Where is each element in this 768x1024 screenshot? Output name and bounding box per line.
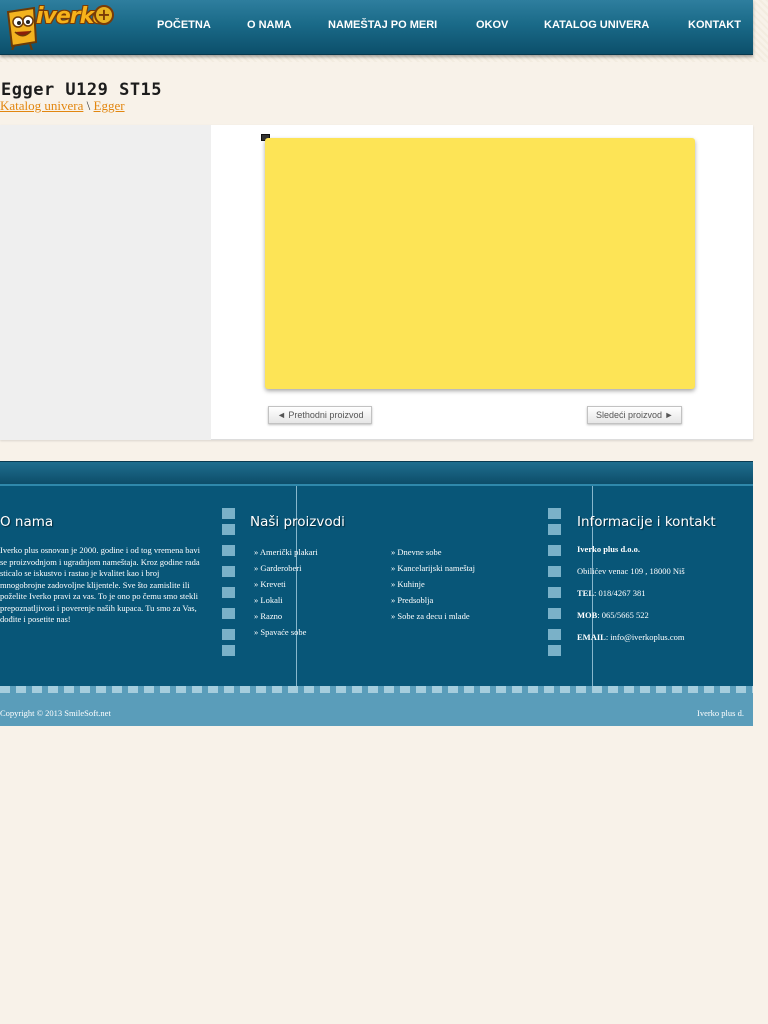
mascot-logo-icon [6, 6, 38, 50]
nav-item-okov[interactable]: OKOV [476, 19, 508, 35]
footer-company-name: Iverko plus d.o.o. [577, 544, 640, 554]
footer-link-razno[interactable]: » Razno [254, 611, 282, 621]
decor-square [222, 608, 235, 619]
decor-square [548, 587, 561, 598]
email-label: EMAIL [577, 632, 606, 642]
footer-about-text: Iverko plus osnovan je 2000. godine i od… [0, 545, 200, 624]
decor-square [548, 645, 561, 656]
copyright-bar [0, 693, 753, 726]
footer-contact-heading: Informacije i kontakt [577, 514, 716, 530]
decor-square [548, 629, 561, 640]
decor-square [222, 524, 235, 535]
footer-link-spavace-sobe[interactable]: » Spavaće sobe [254, 627, 306, 637]
product-color-swatch[interactable] [265, 138, 695, 389]
decor-square [222, 566, 235, 577]
decor-square [222, 629, 235, 640]
tel-value: : 018/4267 381 [594, 588, 646, 598]
email-value[interactable]: : info@iverkoplus.com [606, 632, 685, 642]
footer-dash-strip [0, 686, 753, 693]
page-title: Egger U129 ST15 [1, 80, 163, 100]
site-logo[interactable]: iverko + [2, 0, 114, 55]
decor-square [222, 587, 235, 598]
top-navbar: iverko + POČETNA O NAMA NAMEŠTAJ PO MERI… [0, 0, 753, 55]
footer-link-kreveti[interactable]: » Kreveti [254, 579, 286, 589]
footer-link-americki-plakari[interactable]: » Američki plakari [254, 547, 318, 557]
footer-link-kuhinje[interactable]: » Kuhinje [391, 579, 425, 589]
decor-square [548, 545, 561, 556]
decor-square [548, 566, 561, 577]
product-panel: ◄ Prethodni proizvod Sledeći proizvod ► [0, 125, 753, 440]
footer-link-predsoblja[interactable]: » Predsoblja [391, 595, 433, 605]
previous-product-button[interactable]: ◄ Prethodni proizvod [268, 406, 373, 424]
company-name: Iverko plus d.o.o. [577, 544, 641, 554]
mob-label: MOB [577, 610, 598, 620]
nav-item-kontakt[interactable]: KONTAKT [688, 19, 741, 35]
footer-email: EMAIL: info@iverkoplus.com [577, 632, 684, 642]
next-product-button[interactable]: Sledeći proizvod ► [587, 406, 683, 424]
footer-top-bar [0, 461, 753, 486]
copyright-right-text: Iverko plus d. [697, 708, 744, 718]
footer-link-sobe-za-decu[interactable]: » Sobe za decu i mlade [391, 611, 470, 621]
footer-about-heading: O nama [0, 514, 54, 530]
breadcrumb-separator: \ [86, 98, 91, 113]
nav-item-katalog-univera[interactable]: KATALOG UNIVERA [544, 19, 649, 35]
tel-label: TEL [577, 588, 595, 598]
decor-square [548, 524, 561, 535]
decor-square [548, 608, 561, 619]
logo-plus-icon: + [94, 5, 114, 25]
footer-link-kancelarijski-namestaj[interactable]: » Kancelarijski nameštaj [391, 563, 475, 573]
decor-square [222, 545, 235, 556]
nav-item-namestaj-po-meri[interactable]: NAMEŠTAJ PO MERI [328, 19, 437, 35]
footer-products-heading: Naši proizvodi [250, 514, 345, 530]
decor-square [222, 645, 235, 656]
footer-address: Obilićev venac 109 , 18000 Niš [577, 566, 685, 576]
copyright-text: Copyright © 2013 SmileSoft.net [0, 708, 111, 718]
footer-link-dnevne-sobe[interactable]: » Dnevne sobe [391, 547, 442, 557]
decor-square [222, 508, 235, 519]
mob-value: : 065/5665 522 [597, 610, 649, 620]
decor-square [548, 508, 561, 519]
breadcrumb: Katalog univera \ Egger [0, 98, 125, 114]
nav-item-pocetna[interactable]: POČETNA [157, 19, 211, 35]
footer-tel: TEL: 018/4267 381 [577, 588, 646, 598]
left-sidebar [0, 125, 211, 440]
nav-item-o-nama[interactable]: O NAMA [247, 19, 292, 35]
footer-link-lokali[interactable]: » Lokali [254, 595, 283, 605]
breadcrumb-link-katalog-univera[interactable]: Katalog univera [0, 98, 83, 113]
breadcrumb-link-egger[interactable]: Egger [94, 98, 125, 113]
footer-link-garderoberi[interactable]: » Garderoberi [254, 563, 301, 573]
footer-mob: MOB: 065/5665 522 [577, 610, 649, 620]
